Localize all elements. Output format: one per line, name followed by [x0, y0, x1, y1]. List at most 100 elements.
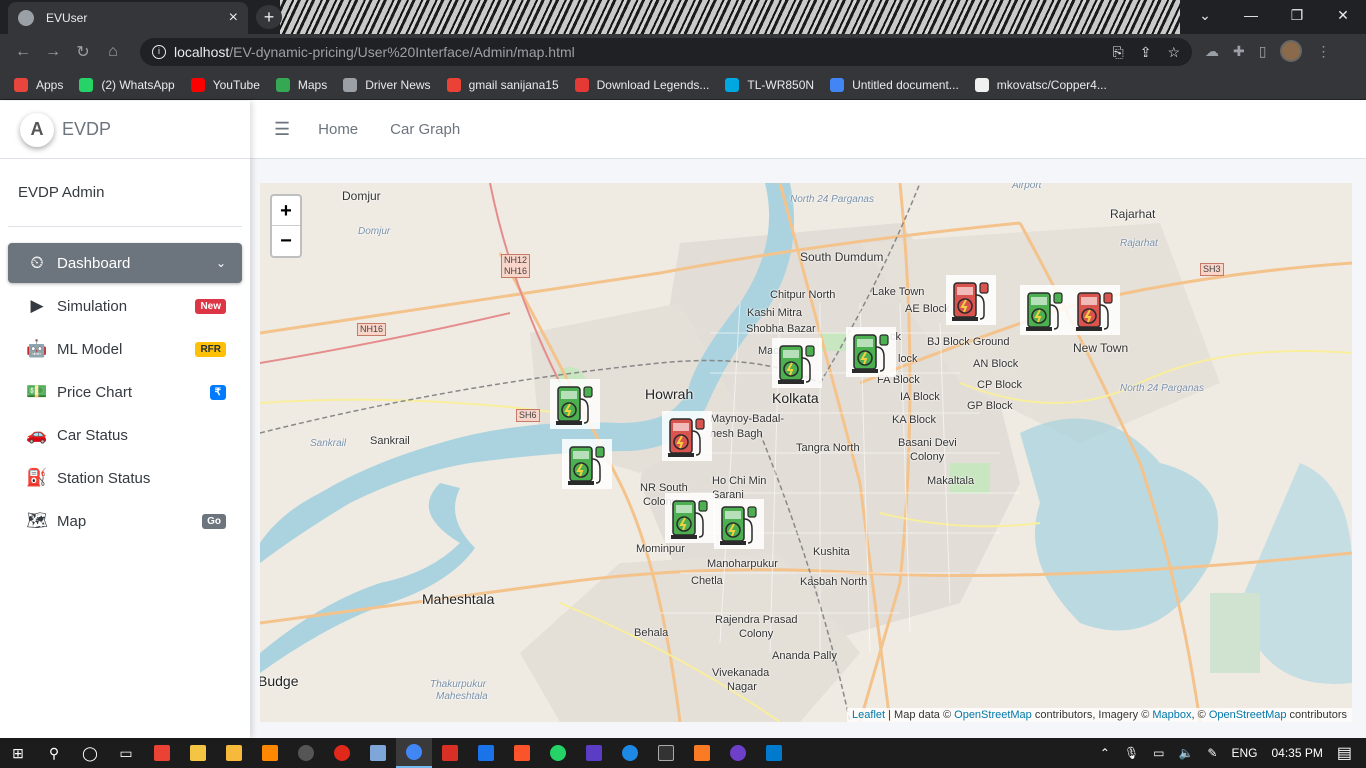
charging-station-available-icon[interactable]	[772, 338, 822, 388]
reload-icon[interactable]: ↻	[68, 42, 98, 62]
bookmark-item[interactable]: Apps	[14, 77, 64, 92]
site-info-icon[interactable]: i	[152, 45, 166, 59]
map-label: Mominpur	[636, 543, 685, 555]
sidebar-item-station-status[interactable]: ⛽ Station Status	[8, 458, 242, 498]
osm-link[interactable]: OpenStreetMap	[954, 709, 1032, 721]
browser-tab[interactable]: EVUser ×	[8, 2, 248, 34]
bookmark-item[interactable]: TL-WR850N	[725, 77, 814, 92]
map-label: GP Block	[967, 400, 1013, 412]
address-bar[interactable]: i localhost/EV-dynamic-pricing/User%20In…	[140, 38, 1192, 66]
bookmark-item[interactable]: Maps	[275, 77, 327, 92]
brave-icon[interactable]	[504, 738, 540, 768]
volume-icon[interactable]: 🔈	[1178, 746, 1193, 760]
bookmark-item[interactable]: Download Legends...	[574, 77, 709, 92]
opera-icon[interactable]	[324, 738, 360, 768]
pen-icon[interactable]: ✎	[1207, 746, 1217, 760]
gmail-app-icon[interactable]	[144, 738, 180, 768]
media-player-icon[interactable]	[612, 738, 648, 768]
nav-link-home[interactable]: Home	[318, 121, 358, 138]
charging-station-busy-icon[interactable]	[946, 275, 996, 325]
charging-station-available-icon[interactable]	[714, 499, 764, 549]
charging-station-available-icon[interactable]	[550, 379, 600, 429]
bookmark-item[interactable]: YouTube	[190, 77, 260, 92]
user-panel[interactable]: EVDP Admin	[8, 159, 242, 227]
github-icon[interactable]	[720, 738, 756, 768]
bookmark-item[interactable]: gmail sanijana15	[446, 77, 559, 92]
sidebar-item-car-status[interactable]: 🚗 Car Status	[8, 415, 242, 455]
back-arrow-icon[interactable]: ←	[8, 43, 38, 61]
sidebar-item-dashboard[interactable]: ⏲ Dashboard ⌄	[8, 243, 242, 283]
bookmark-star-icon[interactable]: ☆	[1167, 44, 1180, 61]
brand[interactable]: A EVDP	[0, 101, 250, 159]
more-menu-icon[interactable]: ⋮	[1316, 43, 1330, 60]
dashboard-icon: ⏲	[30, 253, 44, 272]
puzzle-extensions-icon[interactable]: ✚	[1233, 43, 1245, 60]
charging-station-busy-icon[interactable]	[662, 411, 712, 461]
bookmark-item[interactable]: Driver News	[343, 77, 431, 92]
charging-station-available-icon[interactable]	[1020, 285, 1070, 335]
network-icon[interactable]: ▭	[1153, 746, 1164, 760]
sidebar-item-simulation[interactable]: ▶ Simulation New	[8, 286, 242, 326]
zoom-out-button[interactable]: −	[272, 226, 300, 256]
charging-station-available-icon[interactable]	[665, 493, 715, 543]
profile-avatar[interactable]	[1280, 40, 1303, 62]
restore-button[interactable]: ❐	[1274, 0, 1320, 30]
calculator-app-icon[interactable]	[216, 738, 252, 768]
bookmark-item[interactable]: Untitled document...	[830, 77, 959, 92]
tab-title: EVUser	[46, 11, 88, 25]
search-icon[interactable]: ⚲	[36, 738, 72, 768]
sidebar-badge: New	[195, 298, 226, 314]
windows-start-icon[interactable]: ⊞	[0, 738, 36, 768]
language-indicator[interactable]: ENG	[1231, 746, 1257, 760]
sidebar-item-label: Dashboard	[57, 254, 131, 272]
whatsapp-icon[interactable]	[540, 738, 576, 768]
side-panel-icon[interactable]: ▯	[1259, 43, 1267, 60]
nav-link-car-graph[interactable]: Car Graph	[390, 121, 460, 138]
forward-arrow-icon[interactable]: →	[38, 43, 68, 61]
notepad-icon[interactable]	[360, 738, 396, 768]
calendar-icon[interactable]	[468, 738, 504, 768]
clock[interactable]: 04:35 PM	[1272, 746, 1323, 760]
map-label: Ananda Pally	[772, 650, 837, 662]
sidebar-item-ml-model[interactable]: 🤖 ML Model RFR	[8, 329, 242, 369]
charging-station-available-icon[interactable]	[562, 439, 612, 489]
obs-icon[interactable]	[288, 738, 324, 768]
vlc-icon[interactable]	[252, 738, 288, 768]
gmail-icon[interactable]	[432, 738, 468, 768]
sidebar-item-map[interactable]: 🗺 Map Go	[8, 501, 242, 541]
map-view[interactable]: + − Domjur Domjur North 24 Parganas Airp…	[260, 183, 1352, 722]
charging-station-busy-icon[interactable]	[1070, 285, 1120, 335]
close-tab-icon[interactable]: ×	[229, 9, 238, 27]
tab-search-icon[interactable]: ⌄	[1182, 0, 1228, 30]
share-icon[interactable]: ⇪	[1140, 44, 1152, 61]
home-icon[interactable]: ⌂	[98, 43, 128, 61]
osm-link[interactable]: OpenStreetMap	[1209, 709, 1287, 721]
map-label: Sankrail	[310, 438, 347, 449]
terminal-icon[interactable]	[648, 738, 684, 768]
close-window-button[interactable]: ✕	[1320, 0, 1366, 30]
bookmark-item[interactable]: mkovatsc/Copper4...	[974, 77, 1107, 92]
chevron-up-icon[interactable]: ⌃	[1100, 746, 1110, 760]
notification-icon[interactable]: ▤	[1337, 743, 1352, 763]
vscode-icon[interactable]	[756, 738, 792, 768]
xampp-icon[interactable]	[684, 738, 720, 768]
sidebar-item-price-chart[interactable]: 💵 Price Chart ₹	[8, 372, 242, 412]
microphone-icon[interactable]: 🎙	[1124, 746, 1139, 760]
task-view-icon[interactable]: ▭	[108, 738, 144, 768]
app-icon[interactable]	[576, 738, 612, 768]
leaflet-link[interactable]: Leaflet	[852, 709, 885, 721]
translate-icon[interactable]: ⎘	[1113, 44, 1124, 61]
mapbox-link[interactable]: Mapbox	[1152, 709, 1191, 721]
zoom-in-button[interactable]: +	[272, 196, 300, 226]
chrome-icon[interactable]	[396, 738, 432, 768]
bookmark-favicon-icon	[574, 77, 589, 92]
menu-toggle-icon[interactable]: ☰	[274, 119, 290, 140]
file-explorer-icon[interactable]	[180, 738, 216, 768]
new-tab-button[interactable]: +	[256, 5, 282, 29]
charging-station-available-icon[interactable]	[846, 327, 896, 377]
bookmark-label: Apps	[36, 77, 64, 92]
minimize-button[interactable]: —	[1228, 0, 1274, 30]
bookmark-item[interactable]: (2) WhatsApp	[79, 77, 175, 92]
cortana-icon[interactable]: ◯	[72, 738, 108, 768]
cloud-extension-icon[interactable]: ☁	[1205, 43, 1219, 60]
